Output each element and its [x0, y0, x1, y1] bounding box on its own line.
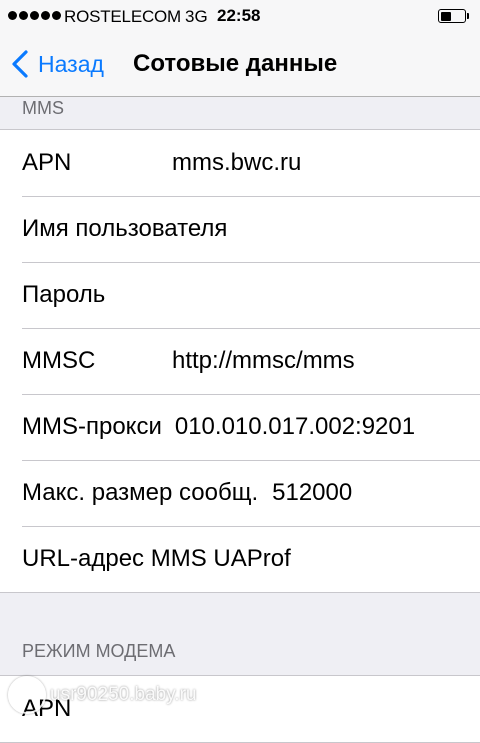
password-row[interactable]: Пароль — [0, 262, 480, 328]
section-header-modem: РЕЖИМ МОДЕМА — [22, 641, 176, 661]
max-message-size-row[interactable]: Макс. размер сообщ. 512000 — [0, 460, 480, 526]
chevron-left-icon — [12, 50, 28, 78]
apn-field[interactable]: mms.bwc.ru — [172, 149, 301, 177]
status-time: 22:58 — [217, 6, 261, 25]
watermark-text: usr90250.baby.ru — [50, 684, 197, 705]
mms-proxy-field[interactable]: 010.010.017.002:9201 — [175, 413, 415, 441]
password-label: Пароль — [22, 281, 106, 308]
apn-label: APN — [22, 149, 72, 176]
username-row[interactable]: Имя пользователя — [0, 196, 480, 262]
status-bar: ROSTELECOM 3G 22:58 — [0, 0, 480, 34]
max-message-size-field[interactable]: 512000 — [272, 479, 352, 507]
mms-uaprof-label: URL-адрес MMS UAProf — [22, 545, 291, 572]
navigation-bar: Назад Сотовые данные — [0, 34, 480, 97]
back-button[interactable]: Назад — [10, 48, 104, 80]
mms-proxy-label: MMS-прокси — [22, 413, 162, 440]
mmsc-field[interactable]: http://mmsc/mms — [172, 347, 355, 375]
username-label: Имя пользователя — [22, 215, 228, 242]
back-label: Назад — [38, 50, 104, 77]
section-header-mms: MMS — [22, 98, 64, 118]
watermark-logo-icon — [8, 676, 46, 714]
mmsc-label: MMSC — [22, 347, 96, 374]
max-message-size-label: Макс. размер сообщ. — [22, 479, 259, 506]
apn-row[interactable]: APN mms.bwc.ru — [0, 130, 480, 196]
mms-uaprof-row[interactable]: URL-адрес MMS UAProf — [0, 526, 480, 592]
page-title: Сотовые данные — [133, 50, 338, 77]
mmsc-row[interactable]: MMSC http://mmsc/mms — [0, 328, 480, 394]
network-type: 3G — [185, 7, 208, 26]
mms-proxy-row[interactable]: MMS-прокси 010.010.017.002:9201 — [0, 394, 480, 460]
signal-strength-icon — [8, 11, 61, 20]
mms-settings-group: APN mms.bwc.ru Имя пользователя Пароль M… — [0, 129, 480, 593]
watermark: usr90250.baby.ru — [8, 676, 196, 714]
carrier-name: ROSTELECOM — [64, 7, 182, 26]
battery-icon — [438, 9, 469, 23]
